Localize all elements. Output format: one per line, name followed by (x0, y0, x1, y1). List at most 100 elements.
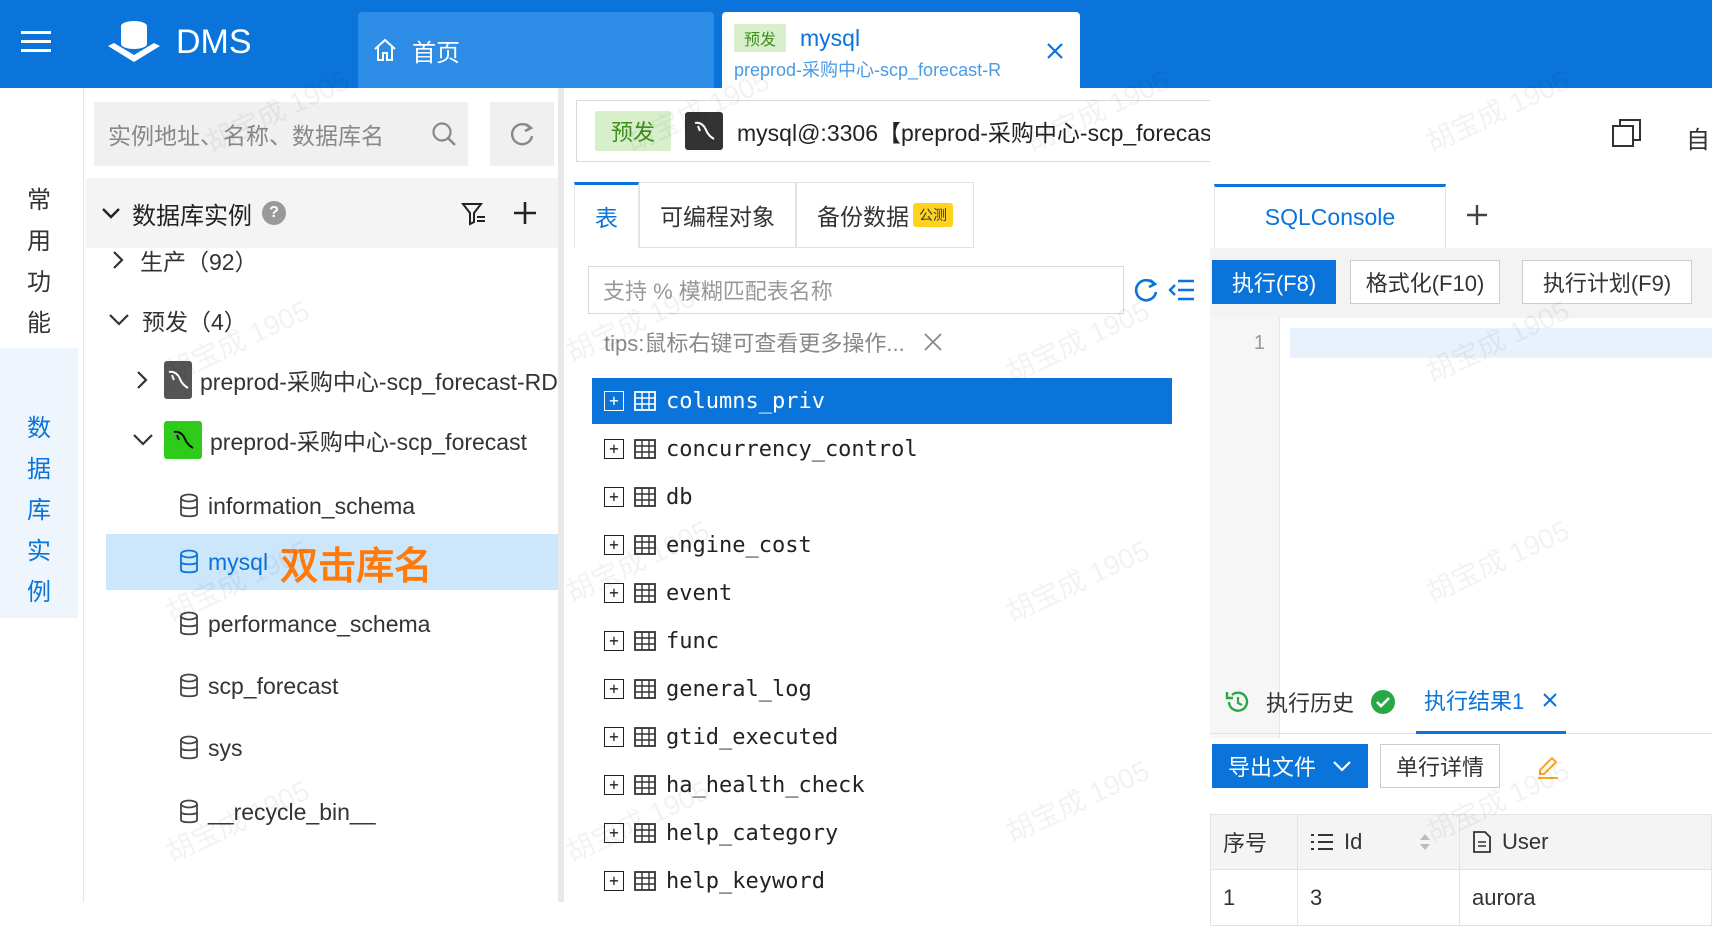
table-item[interactable]: + func (592, 618, 1172, 664)
instance-1-name: preprod-采购中心-scp_forecast-RDSforMySQL (200, 369, 558, 395)
table-filter-input[interactable]: 支持 % 模糊匹配表名称 (588, 266, 1124, 314)
tree-instance-2[interactable]: preprod-采购中心-scp_forecast (86, 412, 558, 468)
tab-home[interactable]: 首页 (358, 12, 714, 88)
expand-icon[interactable]: + (604, 535, 624, 555)
list-icon (1310, 832, 1334, 852)
tab-home-label: 首页 (412, 39, 460, 67)
tab-backup-data[interactable]: 备份数据 公测 (796, 182, 974, 248)
expand-icon[interactable]: + (604, 823, 624, 843)
expand-icon[interactable]: + (604, 775, 624, 795)
result-cell[interactable]: 1 (1210, 870, 1298, 926)
instance-tree-title: 数据库实例 (132, 202, 252, 230)
expand-icon[interactable]: + (604, 871, 624, 891)
hamburger-menu-icon[interactable] (16, 22, 56, 62)
instance-2-name: preprod-采购中心-scp_forecast (210, 429, 527, 455)
env-tag: 预发 (734, 24, 787, 52)
tab-sqlconsole[interactable]: SQLConsole (1214, 184, 1446, 248)
tree-instance-1[interactable]: preprod-采购中心-scp_forecast-RDSforMySQL (86, 352, 558, 408)
table-item[interactable]: + ha_health_check (592, 762, 1172, 808)
database-item-selected[interactable]: mysql 双击库名 (106, 534, 558, 590)
column-header-user[interactable]: User (1460, 814, 1712, 870)
tab-tables[interactable]: 表 (574, 182, 639, 248)
rail-item-common-functions[interactable]: 常 用 功 能 (0, 128, 78, 337)
database-item[interactable]: __recycle_bin__ (86, 784, 558, 840)
tree-group-preprod[interactable]: 预发（4） (86, 292, 558, 348)
table-icon (634, 535, 656, 555)
result-cell[interactable]: 3 (1298, 870, 1460, 926)
chevron-down-icon[interactable] (100, 202, 122, 224)
table-item[interactable]: + help_category (592, 810, 1172, 856)
table-item[interactable]: + db (592, 474, 1172, 520)
database-icon (178, 549, 200, 575)
tab-result-1[interactable]: 执行结果1 (1416, 670, 1567, 734)
column-header-id[interactable]: Id (1298, 814, 1460, 870)
text-document-icon (1472, 830, 1492, 854)
explain-plan-button[interactable]: 执行计划(F9) (1522, 260, 1692, 304)
success-check-icon (1370, 689, 1396, 715)
result-cell[interactable]: aurora (1460, 870, 1712, 926)
expand-icon[interactable]: + (604, 487, 624, 507)
format-button[interactable]: 格式化(F10) (1350, 260, 1500, 304)
database-icon (178, 799, 200, 825)
tab-programmable-objects[interactable]: 可编程对象 (639, 182, 796, 248)
refresh-button[interactable] (490, 102, 554, 166)
tree-group-production[interactable]: 生产（92） (86, 232, 558, 288)
filter-icon[interactable] (460, 200, 488, 228)
result-tabs: 执行历史 执行结果1 (1210, 670, 1712, 734)
execute-button[interactable]: 执行(F8) (1212, 260, 1336, 304)
collapse-list-icon[interactable] (1168, 278, 1196, 302)
table-item[interactable]: + general_log (592, 666, 1172, 712)
expand-icon[interactable]: + (604, 583, 624, 603)
database-icon (178, 493, 200, 519)
console-toolbar: 执行(F8) 格式化(F10) 执行计划(F9) (1210, 248, 1712, 318)
expand-icon[interactable]: + (604, 439, 624, 459)
help-icon[interactable]: ? (262, 201, 286, 225)
table-icon (634, 775, 656, 795)
database-item[interactable]: sys (86, 720, 558, 776)
mysql-dolphin-icon (164, 421, 202, 459)
refresh-icon[interactable] (1132, 276, 1160, 304)
instance-search-input[interactable]: 实例地址、名称、数据库名 (94, 102, 468, 166)
search-icon[interactable] (430, 120, 458, 148)
database-item[interactable]: scp_forecast (86, 658, 558, 714)
tab-mysql-label: mysql (800, 24, 861, 51)
table-icon (634, 727, 656, 747)
chevron-down-icon[interactable] (108, 312, 130, 328)
tab-execution-history[interactable]: 执行历史 (1266, 686, 1354, 718)
add-tab-icon[interactable] (1452, 190, 1502, 240)
tips-bar: tips:鼠标右键可查看更多操作... (604, 320, 943, 364)
table-item[interactable]: + event (592, 570, 1172, 616)
table-icon (634, 631, 656, 651)
add-icon[interactable] (510, 198, 540, 228)
chevron-down-icon[interactable] (132, 432, 154, 448)
close-icon[interactable] (1044, 40, 1066, 62)
left-rail: 常 用 功 能 数 据 库 实 例 (0, 88, 84, 902)
expand-icon[interactable]: + (604, 631, 624, 651)
app-logo[interactable]: DMS (104, 14, 252, 70)
sort-icon[interactable] (1418, 830, 1432, 854)
rail-item-database-instances[interactable]: 数 据 库 实 例 (0, 348, 78, 618)
table-item[interactable]: + engine_cost (592, 522, 1172, 568)
database-item[interactable]: performance_schema (86, 596, 558, 652)
database-item[interactable]: information_schema (86, 478, 558, 534)
table-item[interactable]: + gtid_executed (592, 714, 1172, 760)
table-icon (634, 679, 656, 699)
chevron-right-icon[interactable] (110, 250, 126, 270)
table-item[interactable]: + help_keyword (592, 858, 1172, 904)
tab-mysql[interactable]: 预发 mysql preprod-采购中心-scp_forecast-R (722, 12, 1080, 88)
copy-window-icon[interactable] (1610, 116, 1644, 150)
close-icon[interactable] (1542, 692, 1558, 708)
top-bar: DMS 首页 预发 mysql preprod-采购中心-scp_forecas… (0, 0, 1712, 88)
edit-icon[interactable] (1534, 754, 1562, 782)
chevron-right-icon[interactable] (134, 370, 150, 390)
mysql-dolphin-icon (685, 112, 724, 150)
expand-icon[interactable]: + (604, 679, 624, 699)
expand-icon[interactable]: + (604, 391, 624, 411)
toolbar-truncated-button[interactable]: 自 (1686, 120, 1710, 155)
table-item-selected[interactable]: + columns_priv (592, 378, 1172, 424)
table-icon (634, 871, 656, 891)
expand-icon[interactable]: + (604, 727, 624, 747)
close-icon[interactable] (923, 332, 943, 352)
column-header-index: 序号 (1210, 814, 1298, 870)
table-item[interactable]: + concurrency_control (592, 426, 1172, 472)
